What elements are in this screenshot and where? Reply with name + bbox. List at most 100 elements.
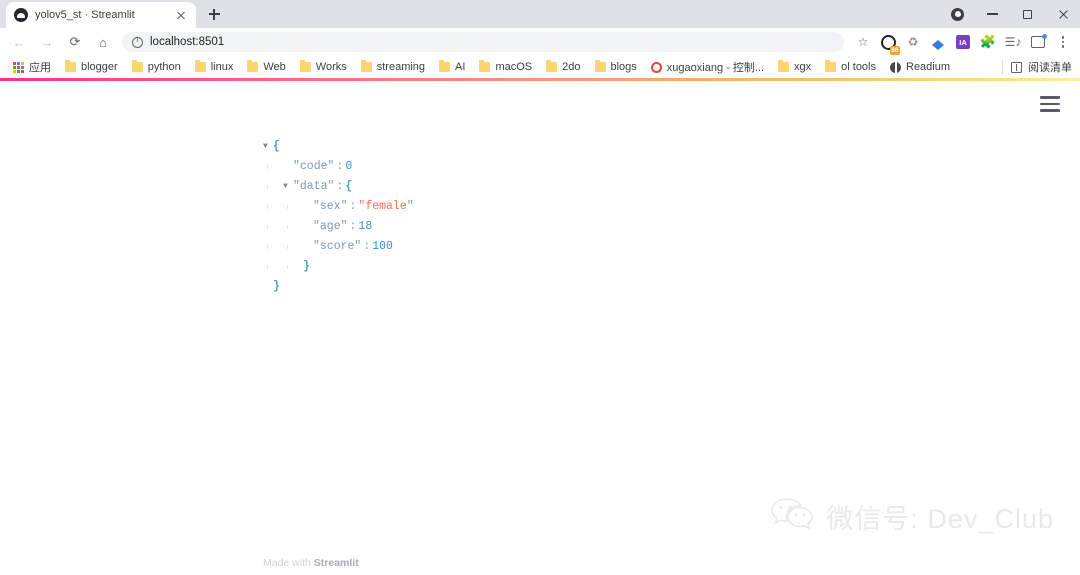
json-row-sex: ▼ "sex" : "female": [263, 197, 414, 217]
bookmark-linux[interactable]: linux: [188, 59, 241, 75]
bookmark-readium[interactable]: Readium: [883, 59, 957, 75]
profile-avatar-icon[interactable]: [940, 0, 975, 28]
recycle-icon[interactable]: ♻: [902, 31, 924, 53]
apps-grid-icon: [13, 61, 24, 73]
divider: [1002, 60, 1003, 74]
json-inner-close: }: [263, 257, 414, 277]
folder-icon: [360, 60, 372, 72]
bookmark-streaming[interactable]: streaming: [354, 59, 432, 75]
json-colon: :: [336, 180, 344, 193]
bookmark-label: linux: [210, 61, 234, 73]
maximize-button[interactable]: [1010, 0, 1045, 28]
screenshot-icon[interactable]: [1027, 31, 1049, 53]
folder-icon: [778, 60, 790, 72]
json-row-data[interactable]: ▼ "data" : {: [263, 177, 414, 197]
json-colon: :: [349, 200, 357, 213]
json-root-open[interactable]: ▼ {: [263, 137, 414, 157]
folder-icon: [479, 60, 491, 72]
close-icon[interactable]: [174, 8, 188, 22]
bookmark-label: 应用: [29, 62, 51, 74]
folder-icon: [594, 60, 606, 72]
folder-icon: [546, 60, 558, 72]
folder-icon: [247, 60, 259, 72]
bookmark-label: streaming: [376, 61, 426, 73]
folder-icon: [439, 60, 451, 72]
new-tab-button[interactable]: [200, 1, 228, 27]
bookmark-label: Web: [263, 61, 286, 73]
folder-icon: [131, 60, 143, 72]
home-icon[interactable]: ⌂: [90, 29, 116, 55]
bookmark-works[interactable]: Works: [293, 59, 354, 75]
json-key: "code": [293, 160, 335, 173]
folder-icon: [194, 60, 206, 72]
json-row-code: ▼ "code" : 0: [263, 157, 414, 177]
reload-icon[interactable]: ⟳: [62, 29, 88, 55]
bookmark-label: python: [147, 61, 181, 73]
back-icon[interactable]: ←: [6, 29, 32, 55]
bookmark-blogs[interactable]: blogs: [588, 59, 644, 75]
json-root-close: ▼ }: [263, 277, 414, 297]
chevron-down-icon[interactable]: ▼: [283, 177, 293, 197]
bookmarks-bar: 应用 blogger python linux Web Works stream…: [0, 56, 1080, 78]
bookmark-ai[interactable]: AI: [432, 59, 472, 75]
json-colon: :: [336, 160, 344, 173]
folder-icon: [825, 60, 837, 72]
browser-tab[interactable]: yolov5_st · Streamlit: [6, 2, 196, 28]
reading-list-label: 阅读清单: [1028, 62, 1072, 74]
globe-icon: [890, 61, 901, 73]
wechat-icon: [770, 496, 816, 537]
json-row-age: ▼ "age" : 18: [263, 217, 414, 237]
browser-toolbar: ← → ⟳ ⌂ localhost:8501 ☆ 86 ♻ IA 🧩 ☰♪: [0, 28, 1080, 56]
json-colon: :: [363, 240, 371, 253]
internet-archive-icon[interactable]: IA: [952, 31, 974, 53]
forward-icon[interactable]: →: [34, 29, 60, 55]
chevron-down-icon[interactable]: ▼: [263, 137, 273, 157]
bookmark-blogger[interactable]: blogger: [58, 59, 125, 75]
json-key: "age": [313, 220, 348, 233]
bookmark-apps[interactable]: 应用: [6, 57, 58, 77]
bookmark-label: ol tools: [841, 61, 876, 73]
info-circle-icon[interactable]: [132, 35, 143, 48]
bookmark-ol-tools[interactable]: ol tools: [818, 59, 883, 75]
bookmark-star-icon[interactable]: ☆: [852, 31, 874, 53]
wechat-watermark: 微信号: Dev_Club: [770, 496, 1054, 537]
minimize-button[interactable]: [975, 0, 1010, 28]
playlist-icon[interactable]: ☰♪: [1002, 31, 1024, 53]
address-bar[interactable]: localhost:8501: [122, 32, 844, 52]
bookmark-label: AI: [455, 61, 466, 73]
bookmark-web[interactable]: Web: [240, 59, 292, 75]
json-value: 100: [372, 240, 393, 253]
bookmark-xgx[interactable]: xgx: [771, 59, 818, 75]
pocket-badge-count: 86: [889, 46, 900, 55]
json-brace: }: [273, 280, 280, 293]
pocket-badge-icon[interactable]: 86: [877, 31, 900, 55]
extensions-puzzle-icon[interactable]: 🧩: [977, 31, 999, 53]
json-value: "female": [358, 200, 414, 213]
json-brace: }: [303, 260, 310, 273]
json-value: 18: [358, 220, 373, 233]
bookmark-label: blogger: [81, 61, 118, 73]
streamlit-footer: Made with Streamlit: [263, 557, 359, 569]
bookmark-label: Works: [315, 61, 347, 73]
bookmark-macos[interactable]: macOS: [472, 59, 539, 75]
bookmark-2do[interactable]: 2do: [539, 59, 587, 75]
window-close-button[interactable]: [1045, 0, 1080, 28]
reading-list-icon: [1011, 61, 1022, 73]
hamburger-menu-icon[interactable]: [1040, 96, 1060, 112]
bookmark-label: 2do: [562, 61, 581, 73]
bookmark-python[interactable]: python: [125, 59, 188, 75]
chrome-menu-icon[interactable]: [1052, 31, 1074, 53]
url-text: localhost:8501: [150, 36, 225, 48]
bookmark-label: xugaoxiang - 控制...: [666, 62, 765, 74]
folder-icon: [65, 60, 76, 72]
bookmark-label: macOS: [495, 61, 533, 73]
window-controls: [940, 0, 1080, 28]
json-brace: {: [345, 180, 353, 193]
reading-list-button[interactable]: 阅读清单: [1002, 59, 1072, 75]
browser-window: yolov5_st · Streamlit ← → ⟳ ⌂ localhost:…: [0, 0, 1080, 575]
bookmark-xugaoxiang[interactable]: xugaoxiang - 控制...: [644, 57, 771, 77]
footer-brand[interactable]: Streamlit: [314, 557, 359, 569]
watermark-text: 微信号: Dev_Club: [826, 504, 1054, 534]
page-content: ▼ { ▼ "code" : 0 ▼ "data" : {: [0, 81, 1080, 575]
dropbox-icon[interactable]: [927, 31, 949, 53]
